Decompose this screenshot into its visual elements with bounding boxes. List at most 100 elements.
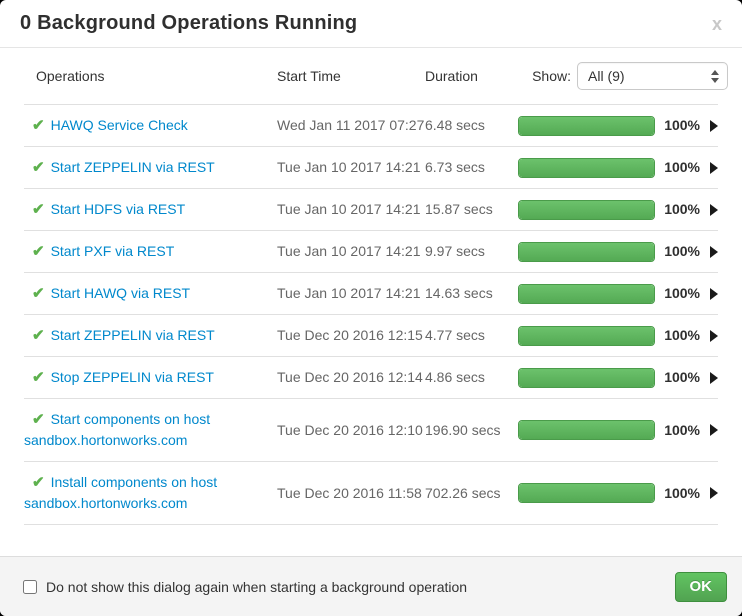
progress-bar-fill — [519, 159, 654, 177]
progress-percent: 100% — [655, 199, 700, 220]
operation-link[interactable]: Stop ZEPPELIN via REST — [51, 369, 214, 385]
progress-percent: 100% — [655, 241, 700, 262]
operation-duration: 4.86 secs — [425, 367, 518, 388]
operation-link[interactable]: Install components on host sandbox.horto… — [24, 474, 217, 511]
operation-duration: 196.90 secs — [425, 420, 518, 441]
column-header-duration: Duration — [425, 68, 518, 84]
progress-percent: 100% — [655, 483, 700, 504]
column-header-operations: Operations — [24, 68, 277, 84]
progress-percent: 100% — [655, 115, 700, 136]
operation-name-cell: ✔ Start PXF via REST — [24, 241, 277, 262]
expand-row-cell — [700, 424, 718, 436]
progress-bar-fill — [519, 421, 654, 439]
progress-bar-cell — [518, 242, 655, 262]
caret-right-icon[interactable] — [710, 487, 718, 499]
check-icon: ✔ — [32, 411, 45, 428]
show-filter-select[interactable]: All (9) — [577, 62, 728, 90]
progress-bar — [518, 326, 655, 346]
progress-bar-cell — [518, 420, 655, 440]
caret-right-icon[interactable] — [710, 372, 718, 384]
expand-row-cell — [700, 288, 718, 300]
check-icon: ✔ — [32, 243, 45, 260]
progress-bar-fill — [519, 369, 654, 387]
progress-percent: 100% — [655, 420, 700, 441]
progress-bar-cell — [518, 158, 655, 178]
check-icon: ✔ — [32, 327, 45, 344]
progress-bar-cell — [518, 368, 655, 388]
expand-row-cell — [700, 487, 718, 499]
check-icon: ✔ — [32, 369, 45, 386]
check-icon: ✔ — [32, 159, 45, 176]
dont-show-group: Do not show this dialog again when start… — [16, 579, 467, 595]
operation-duration: 6.73 secs — [425, 157, 518, 178]
progress-bar-cell — [518, 200, 655, 220]
progress-bar — [518, 284, 655, 304]
check-icon: ✔ — [32, 285, 45, 302]
progress-bar-fill — [519, 285, 654, 303]
operation-row: ✔HAWQ Service Check Wed Jan 11 2017 07:2… — [24, 105, 718, 147]
progress-bar-fill — [519, 484, 654, 502]
progress-bar-cell — [518, 116, 655, 136]
operation-link[interactable]: Start ZEPPELIN via REST — [51, 159, 215, 175]
operation-duration: 6.48 secs — [425, 115, 518, 136]
operation-row: ✔Start ZEPPELIN via REST Tue Dec 20 2016… — [24, 315, 718, 357]
show-filter-group: Show: All (9) — [532, 62, 728, 90]
operation-link[interactable]: Start ZEPPELIN via REST — [51, 327, 215, 343]
operation-name-cell: ✔HAWQ Service Check — [24, 115, 277, 136]
operation-duration: 4.77 secs — [425, 325, 518, 346]
table-header-row: Operations Start Time Duration Show: All… — [0, 62, 742, 90]
show-filter-value: All (9) — [588, 68, 625, 84]
ok-button[interactable]: OK — [675, 572, 728, 602]
progress-bar-fill — [519, 117, 654, 135]
caret-right-icon[interactable] — [710, 120, 718, 132]
operation-duration: 15.87 secs — [425, 199, 518, 220]
close-icon[interactable]: x — [712, 15, 722, 33]
operation-row: ✔ Start HAWQ via REST Tue Jan 10 2017 14:… — [24, 273, 718, 315]
progress-bar — [518, 158, 655, 178]
operation-start-time: Tue Dec 20 2016 12:14 — [277, 367, 425, 388]
dialog-footer: Do not show this dialog again when start… — [0, 556, 742, 616]
progress-bar — [518, 242, 655, 262]
operations-list: ✔HAWQ Service Check Wed Jan 11 2017 07:2… — [24, 104, 718, 525]
operation-row: ✔ Stop ZEPPELIN via REST Tue Dec 20 2016 … — [24, 357, 718, 399]
operation-name-cell: ✔ Start HAWQ via REST — [24, 283, 277, 304]
progress-bar-fill — [519, 327, 654, 345]
check-icon: ✔ — [32, 474, 45, 491]
operation-duration: 702.26 secs — [425, 483, 518, 504]
operation-duration: 14.63 secs — [425, 283, 518, 304]
arrow-down-icon — [711, 78, 719, 83]
operation-start-time: Tue Jan 10 2017 14:21 — [277, 283, 425, 304]
progress-bar-cell — [518, 483, 655, 503]
progress-bar — [518, 200, 655, 220]
operation-row: ✔ Start PXF via REST Tue Jan 10 2017 14:2… — [24, 231, 718, 273]
progress-percent: 100% — [655, 283, 700, 304]
operation-link[interactable]: HAWQ Service Check — [51, 117, 188, 133]
select-stepper-icon — [711, 70, 719, 83]
caret-right-icon[interactable] — [710, 246, 718, 258]
column-header-start-time: Start Time — [277, 68, 425, 84]
operation-link[interactable]: Start components on host sandbox.hortonw… — [24, 411, 210, 448]
operation-name-cell: ✔ Start ZEPPELIN via REST — [24, 157, 277, 178]
expand-row-cell — [700, 246, 718, 258]
progress-bar — [518, 420, 655, 440]
dialog-header: 0 Background Operations Running x — [0, 0, 742, 48]
caret-right-icon[interactable] — [710, 288, 718, 300]
operation-link[interactable]: Start HAWQ via REST — [51, 285, 191, 301]
operation-link[interactable]: Start PXF via REST — [51, 243, 175, 259]
operation-link[interactable]: Start HDFS via REST — [51, 201, 186, 217]
caret-right-icon[interactable] — [710, 162, 718, 174]
caret-right-icon[interactable] — [710, 330, 718, 342]
caret-right-icon[interactable] — [710, 204, 718, 216]
progress-bar — [518, 116, 655, 136]
expand-row-cell — [700, 372, 718, 384]
operation-row: ✔Start components on host sandbox.horton… — [24, 399, 718, 462]
check-icon: ✔ — [32, 201, 45, 218]
operation-start-time: Tue Dec 20 2016 12:10 — [277, 420, 425, 441]
operation-name-cell: ✔ Start ZEPPELIN via REST — [24, 325, 277, 346]
arrow-up-icon — [711, 70, 719, 75]
progress-bar — [518, 368, 655, 388]
operation-start-time: Tue Jan 10 2017 14:21 — [277, 241, 425, 262]
dont-show-checkbox[interactable] — [23, 580, 37, 594]
caret-right-icon[interactable] — [710, 424, 718, 436]
operation-name-cell: ✔Start components on host sandbox.horton… — [24, 409, 277, 451]
